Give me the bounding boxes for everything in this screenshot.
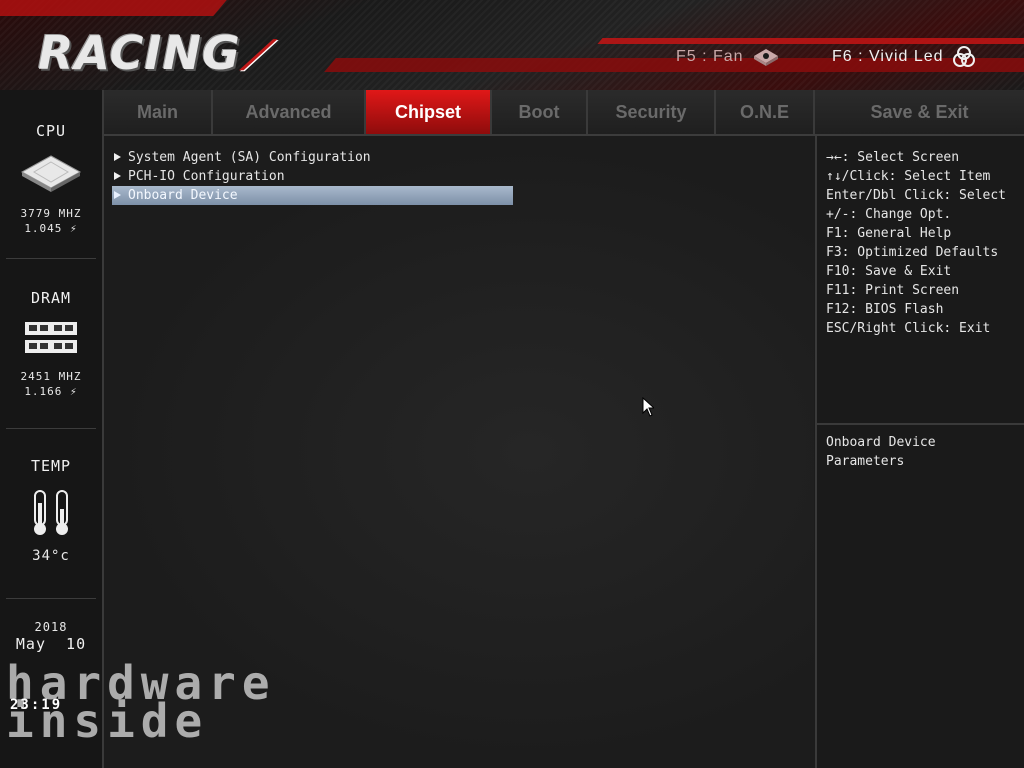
item-description: Parameters [826, 454, 905, 469]
help-divider [817, 423, 1024, 425]
submenu-arrow-icon [114, 172, 121, 180]
tab-advanced[interactable]: Advanced [213, 90, 366, 134]
help-key-line: F1: General Help [826, 226, 952, 241]
led-hotkey-label: F6 : Vivid Led [832, 48, 944, 65]
sidebar-divider [6, 258, 96, 259]
rgb-led-icon [952, 46, 975, 67]
watermark-clock: 23:19 [10, 697, 63, 713]
fan-hotkey-label: F5 : Fan [676, 48, 744, 65]
submenu-arrow-icon [114, 191, 121, 199]
dram-section: DRAM 2451 MHZ 1.166 ⚡ [0, 289, 102, 399]
date-month-day: May 10 [15, 635, 87, 653]
cpu-voltage: 1.045 ⚡ [24, 222, 78, 235]
sidebar-divider [6, 598, 96, 599]
date-section: 2018 May 10 [0, 620, 102, 653]
cpu-section: CPU 3779 MHZ 1.045 ⚡ [0, 122, 102, 236]
menu-item-label: System Agent (SA) Configuration [128, 150, 371, 165]
dram-module-icon [0, 321, 102, 355]
mouse-cursor-icon [642, 396, 656, 421]
help-key-line: ↑↓/Click: Select Item [826, 169, 991, 184]
menu-tab-bar: Main Advanced Chipset Boot Security O.N.… [104, 90, 1024, 136]
menu-item-label: PCH-IO Configuration [128, 169, 285, 184]
dram-frequency: 2451 MHZ [20, 370, 82, 383]
logo-mark-icon: ⟋ [240, 33, 270, 79]
cpu-chip-icon [0, 154, 102, 194]
submenu-arrow-icon [114, 153, 121, 161]
fan-icon [753, 49, 778, 66]
tab-chipset[interactable]: Chipset [366, 90, 492, 134]
fan-hotkey[interactable]: F5 : Fan [676, 46, 780, 68]
menu-item-label: Onboard Device [128, 188, 238, 203]
help-key-line: F3: Optimized Defaults [826, 245, 999, 260]
dram-voltage: 1.166 ⚡ [24, 385, 78, 398]
help-key-line: F11: Print Screen [826, 283, 960, 298]
temp-section: TEMP 34°c [0, 457, 102, 564]
decor-stripe [0, 0, 227, 16]
tab-one[interactable]: O.N.E [716, 90, 815, 134]
thermometer-icon [0, 489, 102, 537]
sidebar-divider [6, 428, 96, 429]
watermark-logo: hardware inside 23:19 [6, 660, 366, 744]
help-key-line: F12: BIOS Flash [826, 302, 944, 317]
help-key-line: F10: Save & Exit [826, 264, 952, 279]
dram-title: DRAM [30, 289, 72, 307]
help-panel: →←: Select Screen ↑↓/Click: Select Item … [815, 136, 1024, 768]
header-bar: RACING⟋ F5 : Fan F6 : Vivid Led [0, 0, 1024, 91]
date-year: 2018 [34, 620, 68, 634]
menu-item-system-agent[interactable]: System Agent (SA) Configuration [112, 148, 513, 167]
logo-text: RACING [38, 26, 241, 80]
help-key-line: →←: Select Screen [826, 150, 960, 165]
help-key-line: +/-: Change Opt. [826, 207, 952, 222]
cpu-title: CPU [35, 122, 67, 140]
menu-item-onboard-device[interactable]: Onboard Device [112, 186, 513, 205]
temp-title: TEMP [30, 457, 72, 475]
menu-item-pch-io[interactable]: PCH-IO Configuration [112, 167, 513, 186]
tab-save-exit[interactable]: Save & Exit [815, 90, 1024, 134]
tab-security[interactable]: Security [588, 90, 716, 134]
help-key-line: ESC/Right Click: Exit [826, 321, 991, 336]
help-key-line: Enter/Dbl Click: Select [826, 188, 1007, 203]
tab-boot[interactable]: Boot [492, 90, 588, 134]
racing-logo: RACING⟋ [38, 26, 270, 80]
decor-stripe [597, 38, 1024, 44]
item-description: Onboard Device [826, 435, 936, 450]
tab-main[interactable]: Main [104, 90, 213, 134]
cpu-frequency: 3779 MHZ [20, 207, 82, 220]
led-hotkey[interactable]: F6 : Vivid Led [832, 46, 976, 68]
temp-value: 34°c [32, 548, 70, 564]
